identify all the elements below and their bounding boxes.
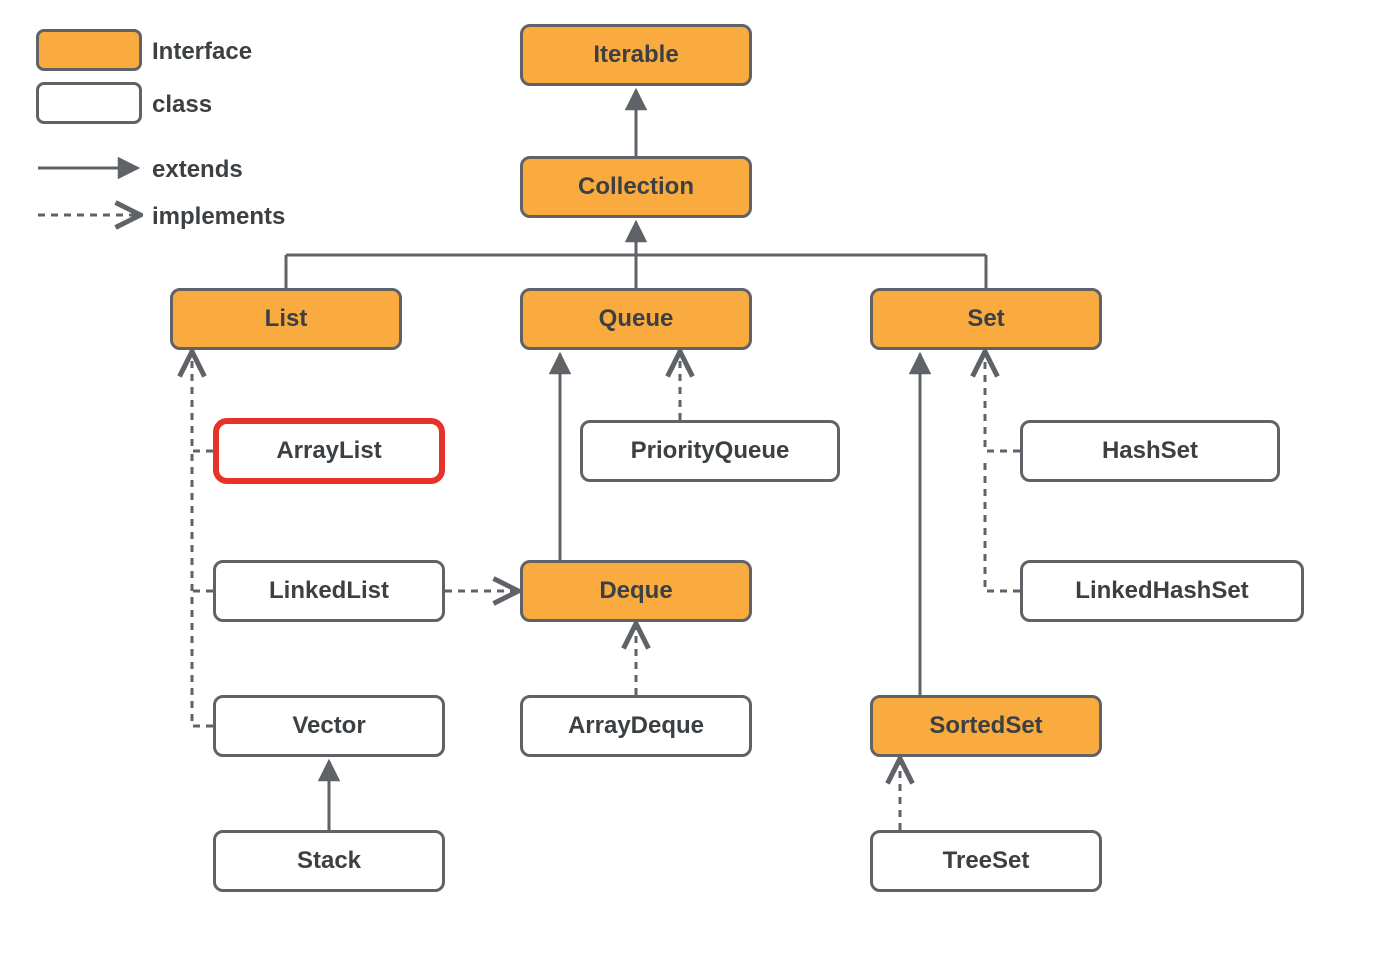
node-queue: Queue: [520, 288, 752, 350]
legend-class-swatch: [36, 82, 142, 124]
node-arraylist: ArrayList: [213, 418, 445, 484]
node-deque: Deque: [520, 560, 752, 622]
node-treeset: TreeSet: [870, 830, 1102, 892]
node-stack: Stack: [213, 830, 445, 892]
node-arraydeque: ArrayDeque: [520, 695, 752, 757]
node-linkedhashset: LinkedHashSet: [1020, 560, 1304, 622]
node-collection: Collection: [520, 156, 752, 218]
legend-extends-label: extends: [152, 156, 243, 184]
legend-implements-label: implements: [152, 203, 285, 231]
node-hashset: HashSet: [1020, 420, 1280, 482]
node-vector: Vector: [213, 695, 445, 757]
node-sortedset: SortedSet: [870, 695, 1102, 757]
legend-class-label: class: [152, 91, 212, 119]
diagram-edges: [0, 0, 1400, 967]
node-iterable: Iterable: [520, 24, 752, 86]
node-list: List: [170, 288, 402, 350]
node-set: Set: [870, 288, 1102, 350]
legend-interface-label: Interface: [152, 38, 252, 66]
legend-interface-swatch: [36, 29, 142, 71]
node-priorityqueue: PriorityQueue: [580, 420, 840, 482]
node-linkedlist: LinkedList: [213, 560, 445, 622]
